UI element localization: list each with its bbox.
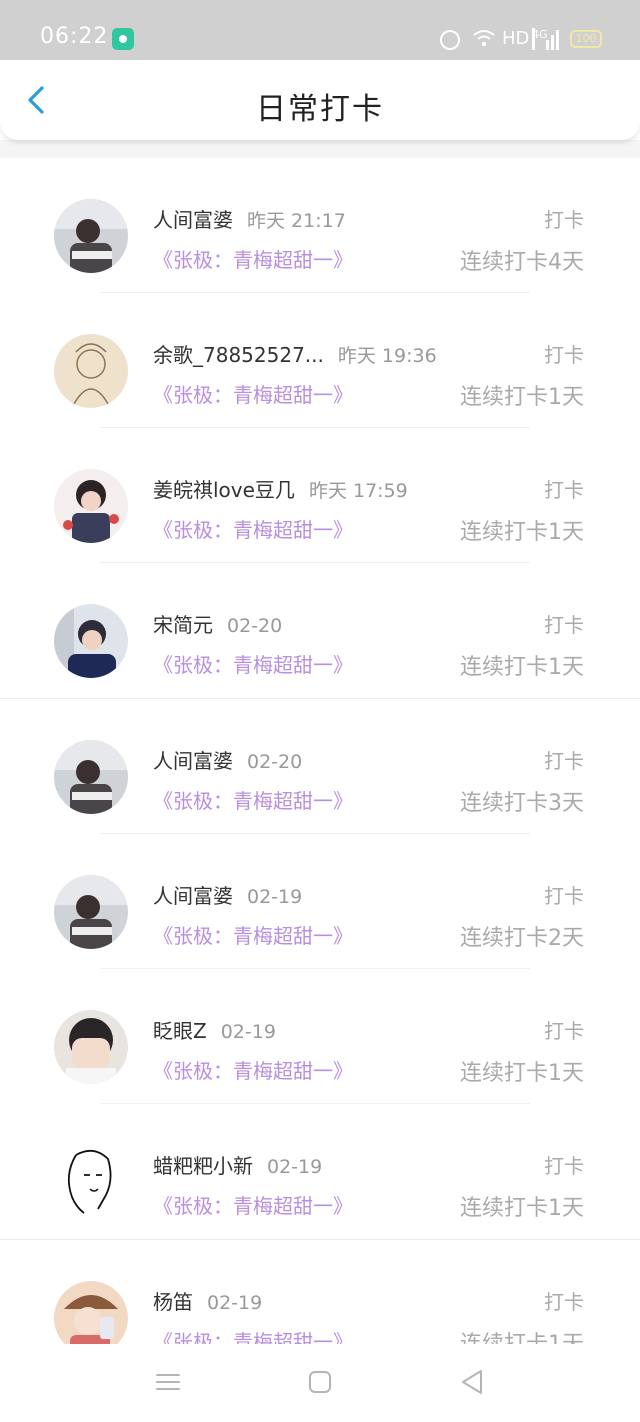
book-link[interactable]: 《张极：青梅超甜一》 xyxy=(153,514,353,543)
user-line: 宋简元 02-20 xyxy=(153,609,282,638)
checkin-time: 02-19 xyxy=(247,886,303,908)
menu-icon xyxy=(156,1374,180,1390)
system-nav-bar xyxy=(0,1344,640,1422)
book-link[interactable]: 《张极：青梅超甜一》 xyxy=(153,1190,353,1219)
app-header: 日常打卡 xyxy=(0,60,640,140)
checkin-label: 打卡 xyxy=(544,613,584,637)
user-avatar[interactable] xyxy=(54,334,128,408)
checkin-time: 02-19 xyxy=(207,1292,263,1314)
username[interactable]: 蜡粑粑小新 xyxy=(153,1154,253,1178)
user-avatar[interactable] xyxy=(54,740,128,814)
user-line: 蜡粑粑小新 02-19 xyxy=(153,1150,322,1179)
checkin-label: 打卡 xyxy=(544,208,584,232)
username[interactable]: 余歌_78852527... xyxy=(153,343,324,367)
checkin-list: 人间富婆 昨天 21:17 《张极：青梅超甜一》 打卡 连续打卡4天 余歌_788… xyxy=(0,158,640,1344)
checkin-row[interactable]: 余歌_78852527... 昨天 19:36 《张极：青梅超甜一》 打卡 连续打… xyxy=(0,293,640,428)
book-link[interactable]: 《张极：青梅超甜一》 xyxy=(153,379,353,408)
back-triangle-icon xyxy=(462,1370,482,1394)
streak-text: 连续打卡4天 xyxy=(460,250,584,275)
user-line: 姜皖祺love豆几 昨天 17:59 xyxy=(153,474,408,503)
checkin-time: 02-20 xyxy=(247,751,303,773)
user-line: 人间富婆 02-19 xyxy=(153,880,302,909)
book-link[interactable]: 《张极：青梅超甜一》 xyxy=(153,1055,353,1084)
user-avatar[interactable] xyxy=(54,1281,128,1344)
checkin-label: 打卡 xyxy=(544,478,584,502)
user-avatar[interactable] xyxy=(54,1145,128,1219)
checkin-row[interactable]: 人间富婆 昨天 21:17 《张极：青梅超甜一》 打卡 连续打卡4天 xyxy=(0,158,640,293)
checkin-time: 昨天 21:17 xyxy=(247,210,346,232)
checkin-time: 昨天 17:59 xyxy=(308,480,408,502)
checkin-row[interactable]: 姜皖祺love豆几 昨天 17:59 《张极：青梅超甜一》 打卡 连续打卡1天 xyxy=(0,428,640,563)
checkin-label: 打卡 xyxy=(544,1154,584,1178)
alarm-icon xyxy=(440,30,460,50)
book-link[interactable]: 《张极：青梅超甜一》 xyxy=(153,785,353,814)
username[interactable]: 眨眼Z xyxy=(153,1019,207,1043)
user-avatar[interactable] xyxy=(54,875,128,949)
username[interactable]: 人间富婆 xyxy=(153,208,233,232)
checkin-row[interactable]: 人间富婆 02-19 《张极：青梅超甜一》 打卡 连续打卡2天 xyxy=(0,834,640,969)
nav-back-button[interactable] xyxy=(454,1364,490,1400)
checkin-label: 打卡 xyxy=(544,343,584,367)
checkin-row[interactable]: 宋简元 02-20 《张极：青梅超甜一》 打卡 连续打卡1天 xyxy=(0,563,640,699)
user-line: 杨笛 02-19 xyxy=(153,1286,262,1315)
user-avatar[interactable] xyxy=(54,604,128,678)
book-link[interactable]: 《张极：青梅超甜一》 xyxy=(153,1326,353,1344)
checkin-label: 打卡 xyxy=(544,749,584,773)
checkin-row[interactable]: 杨笛 02-19 《张极：青梅超甜一》 打卡 连续打卡1天 xyxy=(0,1240,640,1344)
status-time: 06:22 xyxy=(40,24,109,49)
book-link[interactable]: 《张极：青梅超甜一》 xyxy=(153,244,353,273)
book-link[interactable]: 《张极：青梅超甜一》 xyxy=(153,649,353,678)
username[interactable]: 姜皖祺love豆几 xyxy=(153,478,295,502)
checkin-time: 02-20 xyxy=(227,615,283,637)
streak-text: 连续打卡1天 xyxy=(460,520,584,545)
screen: 06:22 HD 4G 100 日常打卡 人间富婆 昨天 21:17 《张极：青… xyxy=(0,0,640,1422)
user-avatar[interactable] xyxy=(54,1010,128,1084)
streak-text: 连续打卡1天 xyxy=(460,655,584,680)
user-avatar[interactable] xyxy=(54,469,128,543)
checkin-row[interactable]: 眨眼Z 02-19 《张极：青梅超甜一》 打卡 连续打卡1天 xyxy=(0,969,640,1104)
checkin-time: 昨天 19:36 xyxy=(337,345,437,367)
checkin-label: 打卡 xyxy=(544,1019,584,1043)
user-line: 人间富婆 02-20 xyxy=(153,745,302,774)
username[interactable]: 宋简元 xyxy=(153,613,213,637)
username[interactable]: 人间富婆 xyxy=(153,749,233,773)
streak-text: 连续打卡2天 xyxy=(460,926,584,951)
nav-home-button[interactable] xyxy=(302,1364,338,1400)
user-line: 眨眼Z 02-19 xyxy=(153,1015,276,1044)
battery-icon: 100 xyxy=(570,30,602,48)
wifi-icon xyxy=(472,28,496,52)
checkin-time: 02-19 xyxy=(220,1021,276,1043)
checkin-label: 打卡 xyxy=(544,1290,584,1314)
home-square-icon xyxy=(309,1371,331,1393)
hd-indicator: HD xyxy=(502,28,530,49)
streak-text: 连续打卡1天 xyxy=(460,1196,584,1221)
streak-text: 连续打卡1天 xyxy=(460,1326,584,1344)
username[interactable]: 人间富婆 xyxy=(153,884,233,908)
streak-text: 连续打卡1天 xyxy=(460,385,584,410)
user-avatar[interactable] xyxy=(54,199,128,273)
cell-signal-icon: 4G xyxy=(532,28,559,50)
username[interactable]: 杨笛 xyxy=(153,1290,193,1314)
checkin-row[interactable]: 蜡粑粑小新 02-19 《张极：青梅超甜一》 打卡 连续打卡1天 xyxy=(0,1104,640,1240)
nav-menu-button[interactable] xyxy=(150,1364,186,1400)
user-line: 余歌_78852527... 昨天 19:36 xyxy=(153,339,437,368)
checkin-time: 02-19 xyxy=(267,1156,323,1178)
battery-level: 100 xyxy=(575,32,597,45)
checkin-label: 打卡 xyxy=(544,884,584,908)
signal-type-label: 4G xyxy=(532,28,548,50)
app-notification-icon xyxy=(112,28,134,50)
streak-text: 连续打卡1天 xyxy=(460,1061,584,1086)
checkin-row[interactable]: 人间富婆 02-20 《张极：青梅超甜一》 打卡 连续打卡3天 xyxy=(0,699,640,834)
book-link[interactable]: 《张极：青梅超甜一》 xyxy=(153,920,353,949)
header-gap xyxy=(0,140,640,158)
page-title: 日常打卡 xyxy=(256,92,384,127)
user-line: 人间富婆 昨天 21:17 xyxy=(153,204,346,233)
status-bar: 06:22 HD 4G 100 xyxy=(0,0,640,60)
streak-text: 连续打卡3天 xyxy=(460,791,584,816)
